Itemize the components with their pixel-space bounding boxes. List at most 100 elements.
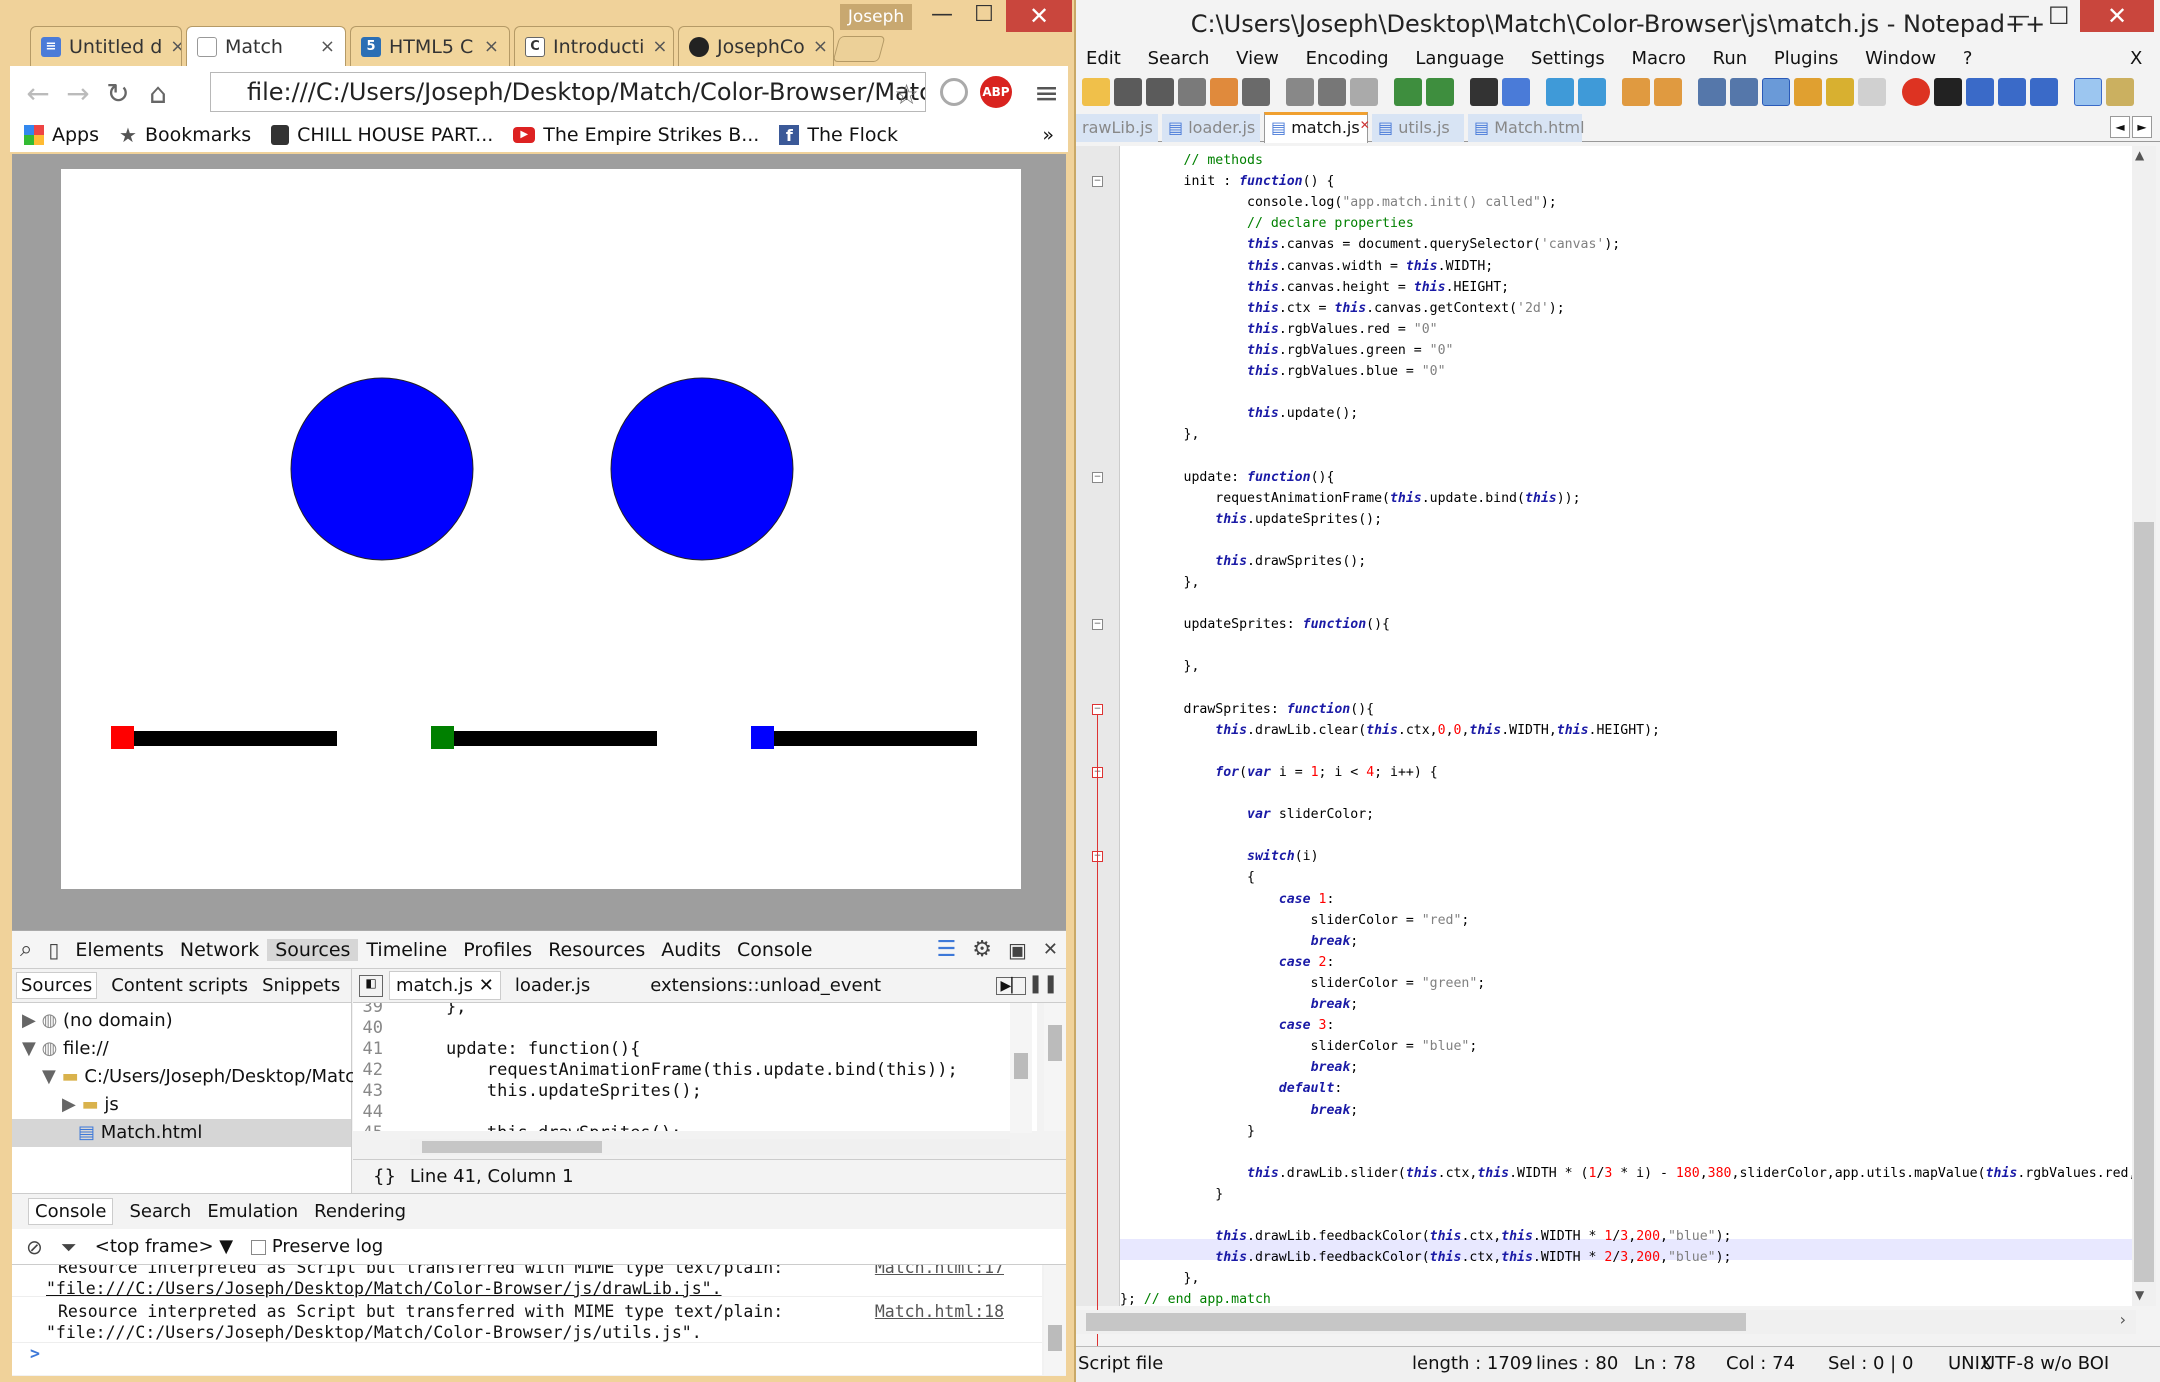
minimize-icon[interactable]: — [2008, 4, 2030, 29]
tree-item-selected[interactable]: ▤ Match.html [12, 1119, 351, 1147]
message-source[interactable]: Match.html:18 [875, 1301, 1004, 1322]
editor-hscroll[interactable] [410, 1139, 1010, 1155]
dock-icon[interactable]: ▣ [1000, 938, 1035, 962]
code-line[interactable]: this.ctx = this.canvas.getContext('2d'); [1120, 298, 1565, 319]
close-icon[interactable]: × [320, 36, 335, 57]
profile-badge[interactable]: Joseph [840, 4, 912, 30]
scroll-thumb[interactable] [1048, 1325, 1062, 1351]
message-source[interactable]: Match.html:17 [875, 1265, 1004, 1278]
zoom-in-icon[interactable] [1546, 78, 1574, 106]
doc-tab-drawlib[interactable]: rawLib.js [1076, 114, 1158, 142]
slider-track-blue[interactable] [751, 731, 977, 746]
code-line[interactable]: this.canvas.width = this.WIDTH; [1120, 256, 1493, 277]
scroll-down-icon[interactable]: ▼ [2135, 1288, 2144, 1302]
extension-icon[interactable] [940, 78, 968, 106]
console-scrollbar[interactable] [1044, 1265, 1066, 1375]
code-line[interactable]: break; [1120, 931, 1359, 952]
close-window-icon[interactable]: ✕ [1006, 0, 1072, 32]
paste-icon[interactable] [1350, 78, 1378, 106]
editor-tab-match[interactable]: match.js ✕ [389, 971, 501, 1000]
source-line[interactable]: 43 this.updateSprites(); [353, 1081, 1013, 1102]
editor-vscroll[interactable] [1010, 1003, 1032, 1133]
drawer-tab-rendering[interactable]: Rendering [314, 1201, 406, 1222]
tab-html5[interactable]: 5 HTML5 C × [350, 26, 510, 66]
doc-tab-match[interactable]: ▤ match.js✕ [1264, 112, 1370, 143]
map-icon[interactable] [1826, 78, 1854, 106]
code-line[interactable]: }, [1120, 1268, 1200, 1289]
tab-scroll-right-icon[interactable]: ► [2132, 116, 2152, 138]
code-line[interactable]: for(var i = 1; i < 4; i++) { [1120, 762, 1437, 783]
code-line[interactable]: }, [1120, 656, 1200, 677]
menu-run[interactable]: Run [1713, 48, 1748, 69]
maximize-icon[interactable]: ☐ [962, 2, 1006, 32]
close-icon[interactable]: × [652, 36, 667, 57]
console-prompt[interactable]: > [12, 1343, 1042, 1364]
message-link[interactable]: "file:///C:/Users/Joseph/Desktop/Match/C… [46, 1323, 702, 1342]
bookmark-flock[interactable]: f The Flock [779, 124, 898, 146]
code-line[interactable]: update: function(){ [1120, 467, 1335, 488]
slider-handle-green[interactable] [431, 726, 454, 749]
scroll-up-icon[interactable]: ▲ [2135, 148, 2144, 162]
toggle-debugger-icon[interactable]: ▶▏ [996, 976, 1026, 995]
doc-tab-match-html[interactable]: ▤ Match.html [1468, 114, 1585, 142]
star-icon[interactable]: ☆ [894, 78, 919, 111]
spellcheck-icon[interactable] [2074, 78, 2102, 106]
save-icon[interactable] [1146, 78, 1174, 106]
code-line[interactable]: sliderColor = "blue"; [1120, 1036, 1478, 1057]
code-line[interactable]: }, [1120, 424, 1200, 445]
editor-vscroll[interactable]: ▲ ▼ [2132, 146, 2156, 1306]
code-line[interactable]: init : function() { [1120, 171, 1335, 192]
close-icon[interactable]: ✕ [479, 975, 494, 996]
doc-tab-utils[interactable]: ▤ utils.js [1372, 114, 1464, 142]
code-line[interactable]: // declare properties [1120, 213, 1414, 234]
tree-item[interactable]: ▼ ▬ C:/Users/Joseph/Desktop/Match/ [12, 1063, 372, 1091]
menu-language[interactable]: Language [1415, 48, 1504, 69]
code-line[interactable]: drawSprites: function(){ [1120, 699, 1375, 720]
tree-item[interactable]: ▼ ◍ file:// [12, 1035, 351, 1063]
code-editor[interactable]: // methods init : function() { console.l… [1120, 146, 2132, 1306]
save-all-icon[interactable] [1178, 78, 1206, 106]
lang-icon[interactable] [1794, 78, 1822, 106]
code-line[interactable]: case 3: [1120, 1015, 1335, 1036]
fold-toggle-icon[interactable]: − [1092, 703, 1103, 715]
tab-match[interactable]: Match × [186, 26, 346, 66]
code-line[interactable]: this.rgbValues.green = "0" [1120, 340, 1453, 361]
close-devtools-icon[interactable]: ✕ [1035, 939, 1066, 960]
code-line[interactable]: } [1120, 1121, 1255, 1142]
code-line[interactable]: }, [1120, 572, 1200, 593]
copy-icon[interactable] [1318, 78, 1346, 106]
code-line[interactable]: requestAnimationFrame(this.update.bind(t… [1120, 488, 1580, 509]
address-bar[interactable]: file:///C:/Users/Joseph/Desktop/Match/Co… [210, 72, 926, 112]
tree-item[interactable]: ▶ ▬ js [12, 1091, 351, 1119]
gear-icon[interactable]: ⚙ [964, 937, 1000, 962]
close-icon[interactable]: × [170, 36, 181, 57]
checkbox-icon[interactable] [251, 1239, 267, 1255]
source-editor[interactable]: 39 }, 40 41 update: function(){42 requestA… [353, 1003, 1037, 1131]
source-line[interactable]: 39 }, [353, 1003, 1013, 1018]
print-icon[interactable] [1242, 78, 1270, 106]
code-line[interactable]: default: [1120, 1078, 1343, 1099]
menu-window[interactable]: Window [1865, 48, 1936, 69]
scroll-right-icon[interactable]: › [2120, 1310, 2126, 1329]
code-line[interactable]: { [1120, 867, 1255, 888]
code-line[interactable]: switch(i) [1120, 846, 1318, 867]
close-file-icon[interactable] [1210, 78, 1238, 106]
record-macro-icon[interactable] [1902, 78, 1930, 106]
slider-handle-red[interactable] [111, 726, 134, 749]
tab-resources[interactable]: Resources [540, 939, 653, 961]
tree-item[interactable]: ▶ ◍ (no domain) [12, 1007, 351, 1035]
menu-view[interactable]: View [1236, 48, 1279, 69]
tab-elements[interactable]: Elements [67, 939, 172, 961]
menu-icon[interactable]: ≡ [1034, 76, 1059, 111]
doc-tab-loader[interactable]: ▤ loader.js [1162, 114, 1260, 142]
forward-icon[interactable]: → [58, 73, 98, 113]
menu-settings[interactable]: Settings [1531, 48, 1605, 69]
open-file-icon[interactable] [1114, 78, 1142, 106]
code-line[interactable]: this.drawSprites(); [1120, 551, 1366, 572]
inspect-icon[interactable]: ⌕ [12, 937, 40, 962]
scroll-thumb[interactable] [1014, 1053, 1028, 1079]
code-line[interactable]: case 2: [1120, 952, 1335, 973]
nav-tab-snippets[interactable]: Snippets [262, 975, 340, 996]
toggle-navigator-icon[interactable]: ◧ [359, 974, 383, 997]
run-macro-multiple-icon[interactable] [1998, 78, 2026, 106]
